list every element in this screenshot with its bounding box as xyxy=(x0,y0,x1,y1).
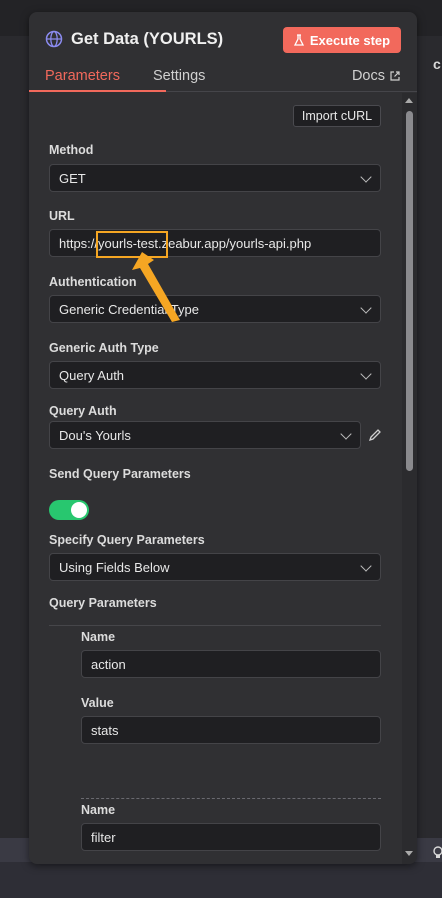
chevron-down-icon xyxy=(360,171,372,183)
background-partial-text: c xyxy=(433,56,441,72)
divider xyxy=(49,625,381,626)
query-auth-select[interactable]: Dou's Yourls xyxy=(49,421,361,449)
method-label: Method xyxy=(49,143,94,157)
external-link-icon xyxy=(390,71,400,81)
send-query-parameters-label: Send Query Parameters xyxy=(49,467,191,481)
send-query-parameters-toggle[interactable] xyxy=(49,500,89,520)
param-separator xyxy=(81,798,381,799)
tab-docs[interactable]: Docs xyxy=(352,68,400,84)
globe-icon xyxy=(45,30,63,48)
query-auth-label: Query Auth xyxy=(49,404,117,418)
method-select[interactable]: GET xyxy=(49,164,381,192)
generic-auth-type-value: Query Auth xyxy=(59,367,125,383)
param-name-label: Name xyxy=(81,630,116,644)
pencil-icon[interactable] xyxy=(368,428,382,442)
generic-auth-type-select[interactable]: Query Auth xyxy=(49,361,381,389)
tab-parameters[interactable]: Parameters xyxy=(45,68,120,84)
node-title: Get Data (YOURLS) xyxy=(71,30,224,48)
param-value-label: Value xyxy=(81,696,114,710)
generic-auth-type-label: Generic Auth Type xyxy=(49,341,159,355)
active-tab-underline xyxy=(29,90,166,92)
param-name-input[interactable]: filter xyxy=(81,823,381,851)
toggle-knob xyxy=(71,502,87,518)
param-name-value: action xyxy=(91,656,126,672)
scroll-thumb[interactable] xyxy=(406,111,413,471)
chevron-down-icon xyxy=(360,302,372,314)
panel-tabs: Parameters Settings Docs xyxy=(29,66,417,92)
scrollbar[interactable] xyxy=(402,93,417,864)
chevron-down-icon xyxy=(340,428,352,440)
lightbulb-icon[interactable] xyxy=(433,846,442,863)
chevron-down-icon xyxy=(360,560,372,572)
parameters-content: Import cURL Method GET URL https://yourl… xyxy=(29,93,401,864)
url-label: URL xyxy=(49,209,75,223)
method-value: GET xyxy=(59,170,86,186)
node-parameters-panel: Get Data (YOURLS) Execute step Parameter… xyxy=(29,12,417,864)
authentication-label: Authentication xyxy=(49,275,137,289)
panel-header: Get Data (YOURLS) Execute step Parameter… xyxy=(29,12,417,92)
param-value-input[interactable]: stats xyxy=(81,716,381,744)
scroll-up-arrow-icon[interactable] xyxy=(405,98,413,103)
import-curl-button[interactable]: Import cURL xyxy=(293,105,381,127)
specify-query-parameters-select[interactable]: Using Fields Below xyxy=(49,553,381,581)
chevron-down-icon xyxy=(360,368,372,380)
docs-label: Docs xyxy=(351,68,385,84)
execute-step-button[interactable]: Execute step xyxy=(283,27,401,53)
param-name-value: filter xyxy=(91,829,116,845)
scroll-down-arrow-icon[interactable] xyxy=(405,851,413,856)
param-name-label: Name xyxy=(81,803,116,817)
execute-step-label: Execute step xyxy=(309,32,391,48)
query-parameters-heading: Query Parameters xyxy=(49,596,157,610)
param-name-input[interactable]: action xyxy=(81,650,381,678)
background-bottom-bar-dark xyxy=(0,862,442,898)
query-auth-value: Dou's Yourls xyxy=(59,427,131,443)
annotation-arrow-icon xyxy=(132,252,180,322)
tab-settings[interactable]: Settings xyxy=(153,68,205,84)
specify-query-parameters-value: Using Fields Below xyxy=(59,559,170,575)
param-value-value: stats xyxy=(91,722,119,738)
flask-icon xyxy=(293,34,304,46)
authentication-select[interactable]: Generic Credential Type xyxy=(49,295,381,323)
specify-query-parameters-label: Specify Query Parameters xyxy=(49,533,205,547)
